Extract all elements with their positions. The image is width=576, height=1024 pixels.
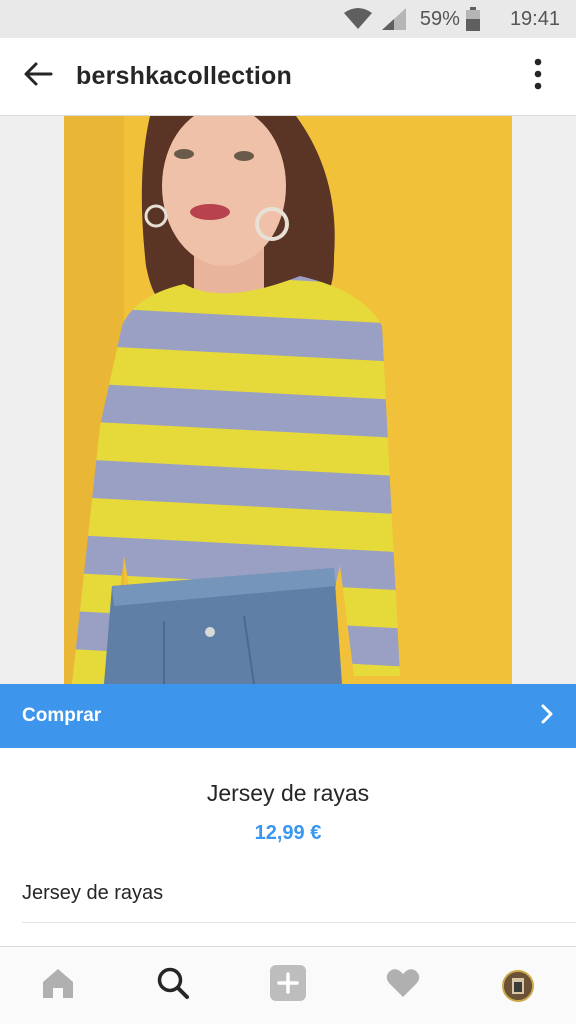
product-name: Jersey de rayas [206,780,370,806]
product-photo [64,116,512,684]
product-image-area[interactable] [0,116,576,684]
plus-box-icon [269,964,307,1007]
product-description: Jersey de rayas [22,882,164,904]
nav-activity[interactable] [363,947,443,1024]
status-bar: 59% 19:41 [0,0,576,38]
bottom-navigation [0,946,576,1024]
wifi-icon [343,8,372,30]
app-header: bershkacollection [0,38,576,116]
avatar [502,969,535,1002]
chevron-right-icon [540,703,554,730]
shop-now-label: Comprar [22,705,102,726]
nav-home[interactable] [18,947,98,1024]
heart-icon [386,968,420,1003]
nav-profile[interactable] [478,947,558,1024]
signal-icon [381,8,406,30]
arrow-left-icon [23,61,53,92]
back-button[interactable] [0,38,76,116]
clock: 19:41 [509,7,560,30]
battery-icon [465,7,480,31]
divider [22,922,576,923]
more-options-button[interactable] [500,38,576,116]
nav-search[interactable] [133,947,213,1024]
shop-now-button[interactable]: Comprar [0,684,576,748]
home-icon [41,967,75,1004]
product-info: Jersey de rayas 12,99 € Jersey de rayas [0,748,576,924]
search-icon [156,966,190,1005]
nav-add[interactable] [248,947,328,1024]
product-price: 12,99 € [254,822,322,844]
vertical-dots-icon [534,58,542,95]
battery-percent: 59% [419,7,460,30]
page-title[interactable]: bershkacollection [76,62,500,91]
